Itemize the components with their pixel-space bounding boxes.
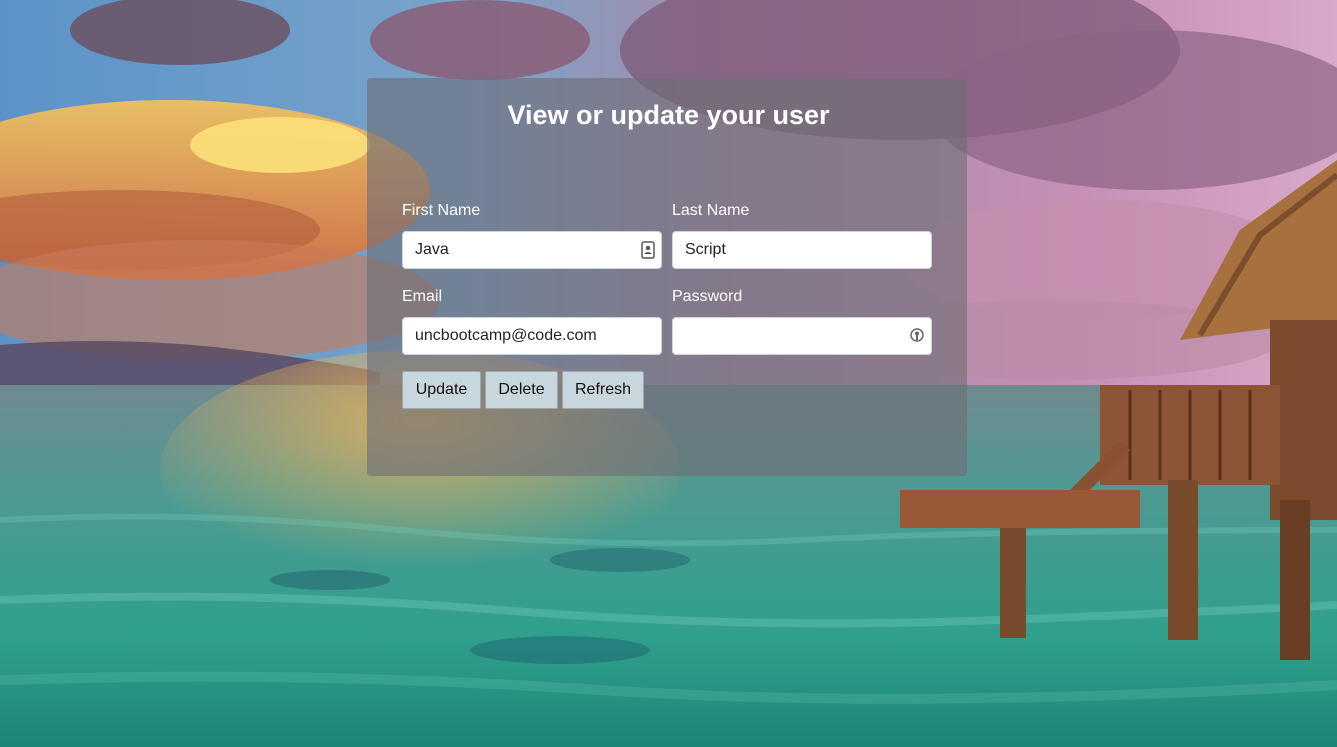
last-name-label: Last Name <box>672 202 750 219</box>
first-name-input[interactable] <box>402 231 662 269</box>
email-label: Email <box>402 288 443 305</box>
password-input[interactable] <box>672 317 932 355</box>
password-label: Password <box>672 288 743 305</box>
user-form-card <box>367 78 967 476</box>
email-input[interactable] <box>402 317 662 355</box>
refresh-button[interactable]: Refresh <box>562 371 644 409</box>
update-button[interactable]: Update <box>402 371 481 409</box>
first-name-label: First Name <box>402 202 481 219</box>
page-title: View or update your user <box>507 100 830 130</box>
delete-button[interactable]: Delete <box>485 371 558 409</box>
key-icon[interactable] <box>910 327 924 345</box>
last-name-input[interactable] <box>672 231 932 269</box>
contact-card-icon[interactable] <box>641 241 655 259</box>
